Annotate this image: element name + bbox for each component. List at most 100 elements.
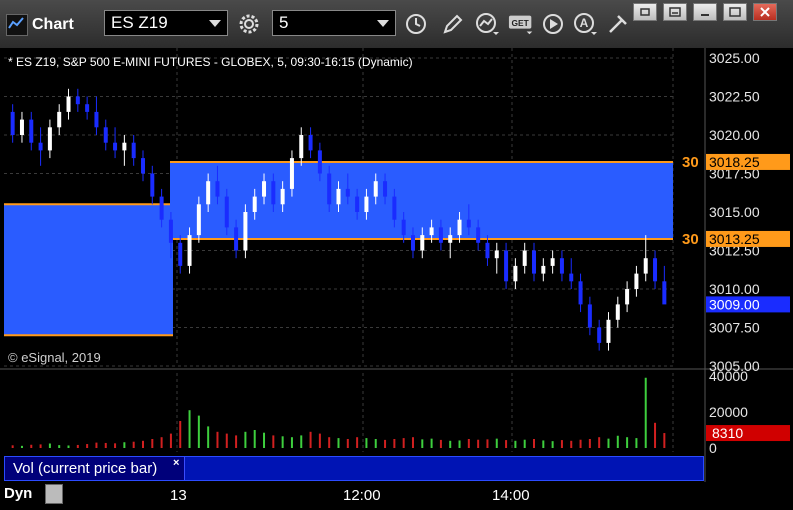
candle-body (308, 135, 313, 151)
chart-area[interactable]: 3025.00 3022.50 3020.00 3017.50 3015.00 3012.… (0, 48, 793, 510)
candle-body (57, 111, 62, 128)
candle-body (85, 104, 90, 112)
candle-body (504, 250, 509, 282)
title-bar: Chart ES Z19 5 GET A (0, 0, 793, 49)
candle-body (10, 111, 15, 135)
clock-icon (406, 14, 426, 34)
dyn-label[interactable]: Dyn (4, 485, 32, 502)
settings-button[interactable] (235, 10, 263, 38)
candle-body (47, 127, 52, 151)
candle-body (196, 204, 201, 236)
candle-body (438, 227, 443, 243)
close-icon (760, 7, 770, 17)
price-tick-label: 3007.50 (709, 320, 760, 336)
candle-body (345, 188, 350, 197)
play-button[interactable] (539, 10, 567, 38)
candle-body (38, 142, 43, 151)
candle-body (606, 319, 611, 343)
candle-body (113, 142, 118, 151)
candle-body (159, 196, 164, 220)
candle-body (206, 181, 211, 205)
lock-icon[interactable] (45, 484, 63, 504)
pin-button[interactable] (604, 10, 632, 38)
prior-range-band (4, 204, 173, 336)
maximize-button[interactable] (723, 3, 747, 21)
studies-button[interactable] (474, 10, 502, 38)
get-button[interactable]: GET (508, 10, 536, 38)
candle-body (429, 227, 434, 236)
a-icon: A (574, 13, 597, 35)
svg-text:A: A (580, 16, 589, 30)
link-button[interactable] (633, 3, 657, 21)
close-study-icon[interactable]: × (173, 457, 179, 469)
candle-body (327, 173, 332, 205)
chevron-down-icon (209, 20, 221, 27)
chart-header: * ES Z19, S&P 500 E-MINI FUTURES - GLOBE… (8, 55, 413, 69)
candle-body (252, 196, 257, 212)
candle-body (634, 273, 639, 289)
candle-body (122, 142, 127, 151)
draw-button[interactable] (439, 10, 467, 38)
time-label: 13 (170, 487, 187, 504)
price-tick-label: 3025.00 (709, 50, 760, 66)
last-price-label: 3009.00 (709, 296, 760, 312)
candle-body (187, 235, 192, 266)
price-chart[interactable]: 3025.003022.503020.003017.503015.003012.… (0, 48, 793, 482)
candle-body (532, 250, 537, 274)
minimize-icon (701, 14, 709, 16)
candle-body (19, 119, 24, 135)
candle-body (280, 188, 285, 205)
candle-body (615, 304, 620, 320)
price-tick-label: 3010.00 (709, 281, 760, 297)
time-label: 14:00 (492, 487, 530, 504)
candle-body (234, 227, 239, 251)
interval-select[interactable]: 5 (272, 10, 396, 36)
link-icon (640, 8, 650, 16)
pin-icon (609, 15, 627, 33)
candle-body (150, 173, 155, 197)
candle-body (522, 250, 527, 266)
volume-study-bar[interactable]: Vol (current price bar) × (4, 456, 704, 481)
candle-body (178, 242, 183, 266)
last-volume-label: 8310 (712, 425, 743, 441)
close-button[interactable] (753, 3, 777, 21)
candle-body (66, 96, 71, 112)
candle-body (94, 111, 99, 128)
level-tag: 30 (682, 231, 699, 248)
candle-body (75, 96, 80, 105)
volume-tick-label: 40000 (709, 368, 748, 384)
pencil-icon (443, 14, 463, 34)
candle-body (289, 158, 294, 189)
candle-body (420, 235, 425, 251)
candle-body (336, 188, 341, 205)
candle-body (569, 273, 574, 282)
candle-body (317, 150, 322, 174)
price-tick-label: 3020.00 (709, 127, 760, 143)
window-title: Chart (32, 16, 74, 33)
svg-text:GET: GET (512, 18, 530, 28)
chevron-down-icon (377, 20, 389, 27)
candle-body (29, 119, 34, 143)
candle-body (541, 265, 546, 274)
candle-body (466, 219, 471, 228)
interval-value: 5 (279, 13, 289, 32)
candle-body (131, 142, 136, 159)
clock-button[interactable] (402, 10, 430, 38)
minimize-button[interactable] (693, 3, 717, 21)
price-tick-label: 3022.50 (709, 89, 760, 105)
candle-body (476, 227, 481, 243)
candle-body (103, 127, 108, 143)
candle-body (559, 258, 564, 274)
symbol-select[interactable]: ES Z19 (104, 10, 228, 36)
volume-tick-label: 20000 (709, 404, 748, 420)
candle-body (392, 196, 397, 220)
candle-body (485, 242, 490, 259)
level-tag: 30 (682, 154, 699, 171)
alerts-button[interactable]: A (572, 10, 600, 38)
candle-body (662, 281, 667, 305)
volume-study-label: Vol (current price bar) (5, 457, 185, 480)
candle-body (448, 235, 453, 243)
volume-tick-label: 0 (709, 440, 717, 456)
restore-button[interactable] (663, 3, 687, 21)
candle-body (643, 258, 648, 274)
